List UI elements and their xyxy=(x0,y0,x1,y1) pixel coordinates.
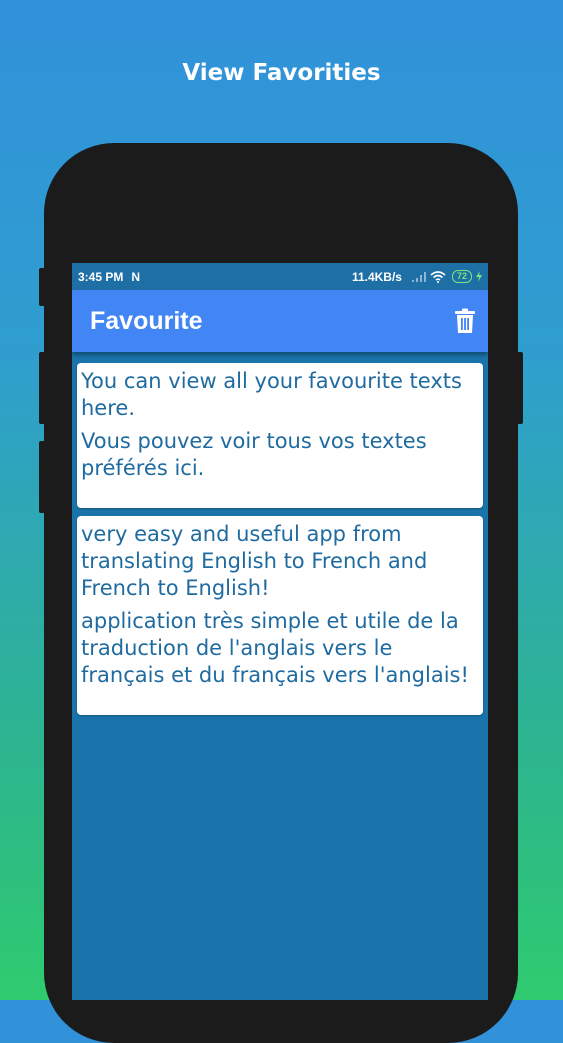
page-title: Favourite xyxy=(90,306,203,335)
delete-all-button[interactable] xyxy=(448,304,482,338)
app-bar: Favourite xyxy=(72,290,488,352)
favorite-english-text: You can view all your favourite texts he… xyxy=(81,369,462,420)
phone-screen: 3:45 PM N 11.4KB/s 72 Favourite You can … xyxy=(72,263,488,1000)
trash-icon xyxy=(455,308,475,333)
favorite-french-text: application très simple et utile de la t… xyxy=(81,609,469,687)
favorite-french-text: Vous pouvez voir tous vos textes préféré… xyxy=(81,429,427,480)
wifi-icon xyxy=(430,270,446,283)
favorite-card[interactable]: very easy and useful app from translatin… xyxy=(77,516,483,715)
battery-indicator: 72 xyxy=(451,270,472,283)
signal-icon xyxy=(411,271,426,282)
network-speed: 11.4KB/s xyxy=(351,269,402,284)
promo-title: View Favorities xyxy=(182,60,381,86)
charging-icon xyxy=(476,271,482,282)
notification-icon: N xyxy=(131,269,141,284)
status-time: 3:45 PM xyxy=(78,269,124,284)
favorite-card[interactable]: You can view all your favourite texts he… xyxy=(77,363,483,508)
status-bar: 3:45 PM N 11.4KB/s 72 xyxy=(72,263,488,290)
favorites-list: You can view all your favourite texts he… xyxy=(72,352,488,734)
favorite-english-text: very easy and useful app from translatin… xyxy=(81,522,428,600)
